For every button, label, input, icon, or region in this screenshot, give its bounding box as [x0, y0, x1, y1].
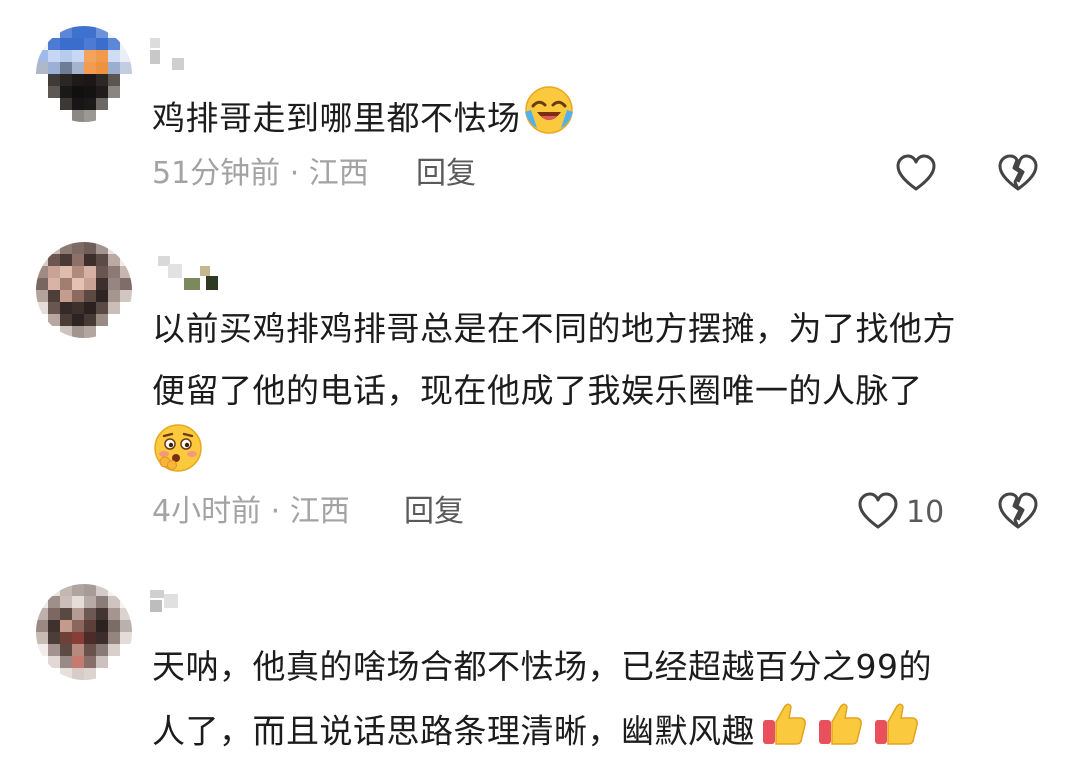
comment-item: 以前买鸡排鸡排哥总是在不同的地方摆摊，为了找他方 便留了他的电话，现在他成了我娱…: [0, 230, 1080, 570]
avatar[interactable]: [36, 26, 132, 122]
comment-text: 以前买鸡排鸡排哥总是在不同的地方摆摊，为了找他方 便留了他的电话，现在他成了我娱…: [152, 298, 1052, 484]
avatar-mosaic: [36, 584, 132, 680]
username-redacted[interactable]: [150, 590, 230, 624]
heart-icon: [858, 492, 898, 529]
like-button[interactable]: [894, 152, 938, 196]
blushing-emoji-icon: [152, 422, 204, 494]
comment-text-line2: 人了，而且说话思路条理清晰，幽默风趣: [152, 711, 755, 751]
comment-meta: 51分钟前 · 江西: [152, 156, 369, 191]
thumbs-up-emoji-icon: [815, 698, 865, 768]
comment-text-line: 人了，而且说话思路条理清晰，幽默风趣: [152, 698, 1052, 768]
broken-heart-icon: [998, 154, 1038, 191]
comment-text-line: 鸡排哥走到哪里都不怯场: [152, 98, 521, 138]
username-redacted[interactable]: [150, 36, 230, 70]
avatar-mosaic: [36, 242, 132, 338]
like-button[interactable]: 10: [856, 490, 944, 534]
avatar-mosaic: [36, 26, 132, 122]
username-redacted[interactable]: [150, 256, 230, 290]
dislike-button[interactable]: [996, 152, 1040, 196]
comment-item: 天呐，他真的啥场合都不怯场，已经超越百分之99的 人了，而且说话思路条理清晰，幽…: [0, 570, 1080, 768]
thumbs-up-emoji-icon: [871, 698, 921, 768]
thumbs-up-emoji-icon: [759, 698, 809, 768]
comment-item: 鸡排哥走到哪里都不怯场 51分钟前 · 江西 回复: [0, 0, 1080, 230]
reply-button[interactable]: 回复: [416, 154, 476, 194]
avatar[interactable]: [36, 242, 132, 338]
comment-meta: 4小时前 · 江西: [152, 494, 350, 529]
laughing-crying-emoji-icon: [523, 84, 575, 156]
avatar[interactable]: [36, 584, 132, 680]
comment-text: 天呐，他真的啥场合都不怯场，已经超越百分之99的 人了，而且说话思路条理清晰，幽…: [152, 636, 1052, 768]
comment-text-line: 天呐，他真的啥场合都不怯场，已经超越百分之99的: [152, 647, 932, 686]
reply-button[interactable]: 回复: [404, 492, 464, 532]
like-count: 10: [906, 494, 945, 530]
comment-text-line: 便留了他的电话，现在他成了我娱乐圈唯一的人脉了: [152, 371, 923, 410]
broken-heart-icon: [998, 492, 1038, 529]
heart-icon: [896, 154, 936, 191]
dislike-button[interactable]: [996, 490, 1040, 534]
comment-text: 鸡排哥走到哪里都不怯场: [152, 84, 1052, 156]
comment-text-line: 以前买鸡排鸡排哥总是在不同的地方摆摊，为了找他方: [152, 309, 956, 348]
